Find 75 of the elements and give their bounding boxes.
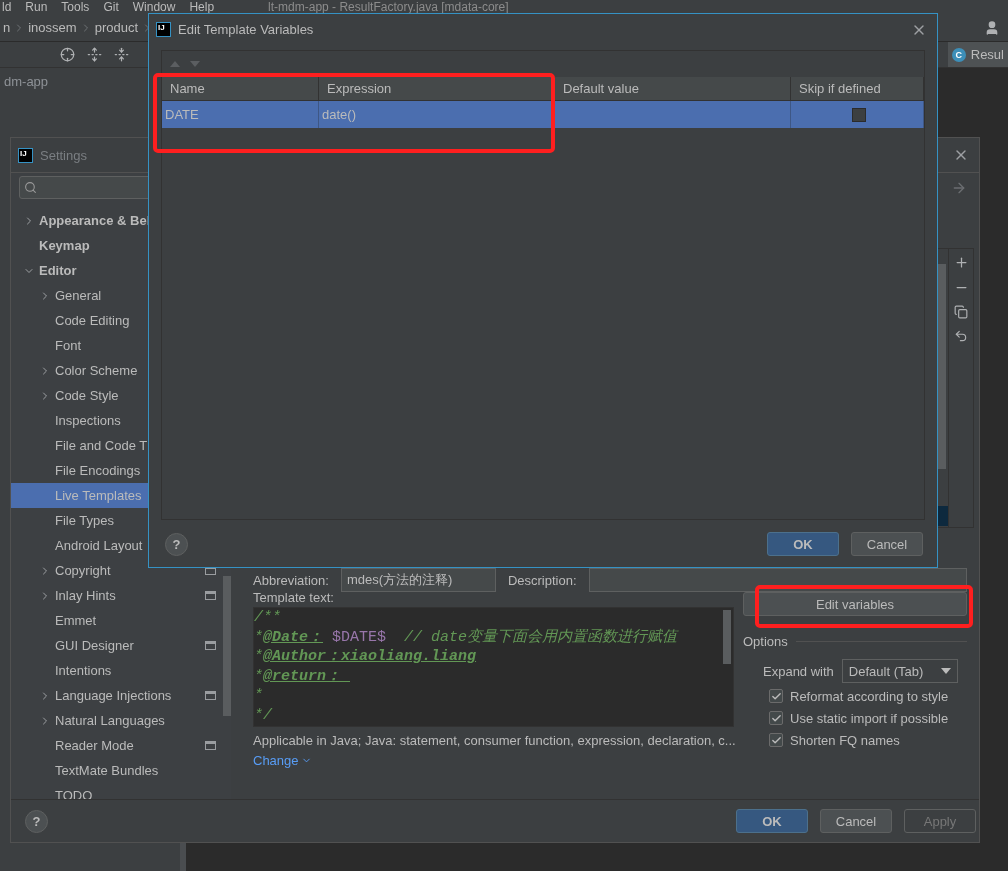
table-cell[interactable]: [555, 101, 791, 128]
expand-all-icon[interactable]: [87, 47, 102, 62]
applicable-text: Applicable in Java; Java: statement, consumer function, expression, declaration, c...: [253, 733, 734, 748]
user-icon[interactable]: [984, 19, 1000, 36]
undo-icon[interactable]: [954, 329, 968, 343]
move-up-icon[interactable]: [170, 61, 180, 67]
breadcrumb[interactable]: n: [0, 20, 14, 35]
settings-tree-item[interactable]: Emmet: [11, 608, 223, 633]
app-logo: IJ: [157, 23, 170, 36]
check-icon: [770, 712, 782, 724]
window-title: Edit Template Variables: [178, 22, 315, 37]
dialog-button[interactable]: OK: [767, 532, 839, 556]
code-editor[interactable]: /** *@Date： $DATE$ // date变量下面会用内置函数进行赋值 *@Author：xiaoliang.liang *@return： * */: [253, 607, 734, 727]
code-line: */: [254, 705, 272, 726]
settings-tree-item[interactable]: GUI Designer: [11, 633, 223, 658]
edit-variables-button[interactable]: Edit variables: [743, 592, 967, 616]
settings-tree-item[interactable]: TextMate Bundles: [11, 758, 223, 783]
code-line: *@return：: [254, 666, 343, 687]
settings-tree-item[interactable]: Reader Mode: [11, 733, 223, 758]
collapse-all-icon[interactable]: [114, 47, 129, 62]
breadcrumb[interactable]: inossem: [25, 20, 80, 35]
breadcrumb[interactable]: product: [91, 20, 142, 35]
menu-item[interactable]: Run: [25, 0, 48, 14]
dialog-button[interactable]: Cancel: [851, 532, 923, 556]
app-logo: IJ: [19, 148, 32, 162]
expand-with-dropdown[interactable]: Default (Tab): [841, 659, 958, 683]
menu-item[interactable]: Help: [189, 0, 215, 14]
scrollbar-thumb[interactable]: [223, 576, 231, 716]
checkbox-label: Shorten FQ names: [790, 732, 900, 748]
menu-item[interactable]: Tools: [61, 0, 90, 14]
column-header[interactable]: Skip if defined: [791, 77, 924, 101]
checkbox[interactable]: [851, 107, 866, 122]
checkbox-label: Use static import if possible: [790, 710, 949, 726]
window-title: lt-mdm-app - ResultFactory.java [mdata-core]: [268, 0, 509, 14]
settings-tree-item[interactable]: Language Injections: [11, 683, 223, 708]
help-button[interactable]: ?: [25, 809, 48, 833]
menu-item[interactable]: ld: [2, 0, 12, 14]
column-header[interactable]: Name: [162, 77, 319, 101]
column-header[interactable]: Default value: [555, 77, 791, 101]
code-line: *@Author：xiaoliang.liang: [254, 647, 477, 667]
class-icon: C: [951, 47, 966, 62]
code-line: *@Date： $DATE$ // date变量下面会用内置函数进行赋值: [254, 627, 678, 648]
settings-tree-item[interactable]: Natural Languages: [11, 708, 223, 733]
scrollbar-thumb[interactable]: [938, 264, 946, 469]
check-icon: [770, 690, 782, 702]
help-button[interactable]: ?: [165, 532, 188, 556]
window-title: Settings: [40, 147, 88, 163]
code-line: /**: [254, 608, 281, 628]
field-label: Template text:: [253, 592, 335, 605]
editor-tab[interactable]: C Resul: [947, 42, 1008, 67]
field-label: Expand with: [763, 663, 834, 679]
move-down-icon[interactable]: [190, 61, 200, 67]
settings-tree-item[interactable]: Intentions: [11, 658, 223, 683]
crosshair-icon[interactable]: [60, 47, 75, 62]
checkbox[interactable]: [769, 689, 783, 703]
dialog-button[interactable]: OK: [736, 809, 808, 833]
search-icon: [24, 181, 37, 194]
change-link[interactable]: Change: [253, 753, 312, 768]
menu-item[interactable]: Git: [103, 0, 119, 14]
check-icon: [770, 734, 782, 746]
description-field[interactable]: [588, 568, 967, 592]
add-icon[interactable]: [953, 255, 969, 270]
field-label: Abbreviation:: [253, 572, 329, 588]
code-line: *: [254, 686, 263, 706]
dialog-button[interactable]: Cancel: [820, 809, 892, 833]
copy-icon[interactable]: [954, 305, 968, 319]
scrollbar-thumb[interactable]: [723, 610, 731, 664]
section-title: Options: [743, 634, 788, 649]
settings-tree-item[interactable]: Inlay Hints: [11, 583, 223, 608]
abbreviation-field[interactable]: mdes(方法的注释): [340, 568, 496, 592]
menu-item[interactable]: Window: [132, 0, 176, 14]
checkbox-label: Reformat according to style: [790, 688, 949, 704]
checkbox[interactable]: [769, 733, 783, 747]
checkbox[interactable]: [769, 711, 783, 725]
field-label: Description:: [507, 572, 577, 588]
